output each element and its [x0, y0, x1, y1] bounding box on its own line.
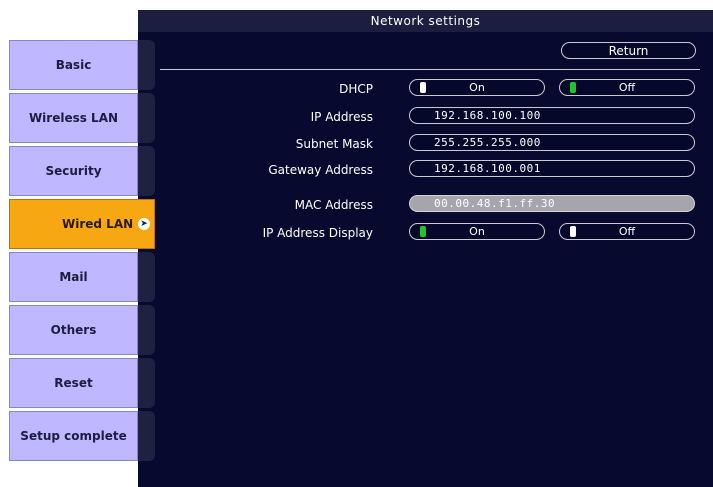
return-button[interactable]: Return [561, 42, 696, 59]
sidebar-item-security[interactable]: Security [9, 146, 138, 196]
dhcp-on-label: On [469, 81, 485, 94]
window-title: Network settings [138, 10, 713, 32]
sidebar-tab-reset [138, 358, 155, 408]
dhcp-off-toggle[interactable]: Off [559, 79, 695, 96]
sidebar-item-basic[interactable]: Basic [9, 40, 138, 90]
gateway-address-label: Gateway Address [268, 163, 373, 177]
ip-display-off-label: Off [618, 225, 636, 238]
sidebar-item-wired-lan[interactable]: Wired LAN [9, 199, 155, 249]
sidebar-item-wireless-lan[interactable]: Wireless LAN [9, 93, 138, 143]
sidebar-item-setup-complete[interactable]: Setup complete [9, 411, 138, 461]
arrow-right-circle-icon: ➤ [138, 218, 150, 230]
ip-display-off-toggle[interactable]: Off [559, 223, 695, 240]
ip-address-label: IP Address [310, 110, 373, 124]
dhcp-off-label: Off [618, 81, 636, 94]
sidebar-item-reset[interactable]: Reset [9, 358, 138, 408]
dhcp-label: DHCP [339, 82, 373, 96]
sidebar-item-others[interactable]: Others [9, 305, 138, 355]
ip-address-field[interactable]: 192.168.100.100 [409, 107, 695, 124]
subnet-mask-label: Subnet Mask [295, 137, 373, 151]
sidebar-tab-basic [138, 40, 155, 90]
ip-address-display-label: IP Address Display [262, 226, 373, 240]
sidebar-tab-mail [138, 252, 155, 302]
sidebar-tab-wireless-lan [138, 93, 155, 143]
gateway-address-field[interactable]: 192.168.100.001 [409, 160, 695, 177]
header-divider [160, 69, 700, 70]
dhcp-on-toggle[interactable]: On [409, 79, 545, 96]
sidebar-tab-security [138, 146, 155, 196]
sidebar-tab-others [138, 305, 155, 355]
dhcp-off-indicator-icon [570, 82, 576, 93]
sidebar-item-mail[interactable]: Mail [9, 252, 138, 302]
dhcp-on-indicator-icon [420, 82, 426, 93]
ip-display-off-indicator-icon [570, 226, 576, 237]
ip-display-on-indicator-icon [420, 226, 426, 237]
sidebar-tab-setup-complete [138, 411, 155, 461]
subnet-mask-field[interactable]: 255.255.255.000 [409, 134, 695, 151]
ip-display-on-label: On [469, 225, 485, 238]
mac-address-field: 00.00.48.f1.ff.30 [409, 195, 695, 212]
ip-display-on-toggle[interactable]: On [409, 223, 545, 240]
mac-address-label: MAC Address [294, 198, 373, 212]
